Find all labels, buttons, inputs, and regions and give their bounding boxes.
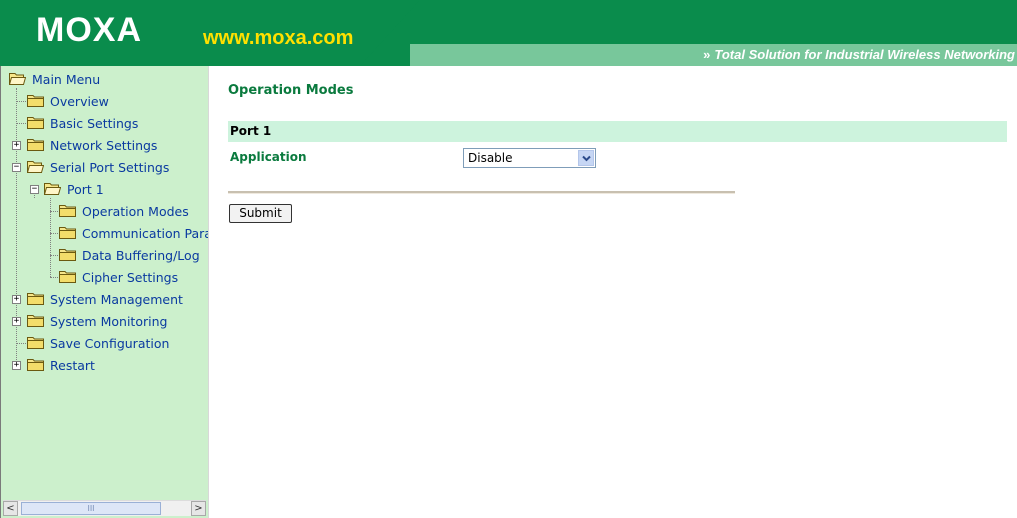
header-tagline: » Total Solution for Industrial Wireless …: [703, 46, 1015, 64]
tree-line: [50, 198, 51, 277]
folder-icon: [59, 247, 76, 267]
sidebar-item-label: Main Menu: [32, 72, 101, 87]
folder-icon: [27, 291, 44, 311]
collapse-icon[interactable]: −: [30, 185, 39, 194]
tree-line: [50, 211, 58, 212]
folder-icon: [27, 357, 44, 377]
page-title: Operation Modes: [228, 83, 354, 98]
sidebar-item-label: System Monitoring: [50, 314, 168, 329]
submit-button[interactable]: Submit: [229, 204, 292, 223]
sidebar-item-network-settings[interactable]: Network Settings: [27, 136, 157, 156]
port-section-header: Port 1: [228, 121, 1007, 142]
sidebar-item-port-1[interactable]: Port 1: [43, 180, 104, 201]
sidebar-item-main-menu[interactable]: Main Menu: [8, 70, 101, 91]
open-folder-icon: [43, 181, 62, 201]
sidebar-item-operation-modes[interactable]: Operation Modes: [59, 202, 189, 222]
form-divider: [228, 191, 735, 194]
expand-icon[interactable]: +: [12, 361, 21, 370]
sidebar-item-data-buffering-log[interactable]: Data Buffering/Log: [59, 246, 200, 266]
folder-icon: [27, 115, 44, 135]
expand-icon[interactable]: +: [12, 317, 21, 326]
tree-line: [50, 255, 58, 256]
sidebar-item-serial-port-settings[interactable]: Serial Port Settings: [26, 158, 170, 179]
sidebar-horizontal-scrollbar[interactable]: < III >: [3, 500, 206, 516]
folder-icon: [59, 203, 76, 223]
expand-icon[interactable]: +: [12, 141, 21, 150]
folder-icon: [27, 93, 44, 113]
header-banner: MOXA www.moxa.com » Total Solution for In…: [0, 0, 1017, 66]
sidebar-item-restart[interactable]: Restart: [27, 356, 95, 376]
application-select-value: Disable: [468, 151, 513, 165]
tree-line: [16, 101, 26, 102]
header-wedge: [360, 0, 420, 66]
collapse-icon[interactable]: −: [12, 163, 21, 172]
folder-icon: [59, 225, 76, 245]
tree-line: [50, 233, 58, 234]
sidebar-item-label: Overview: [50, 94, 109, 109]
chevron-down-icon[interactable]: [578, 150, 594, 166]
open-folder-icon: [26, 159, 45, 179]
sidebar-item-label: Data Buffering/Log: [82, 248, 200, 263]
scroll-left-button[interactable]: <: [3, 501, 18, 516]
sidebar-item-label: Save Configuration: [50, 336, 170, 351]
sidebar-item-label: Serial Port Settings: [50, 160, 170, 175]
open-folder-icon: [8, 71, 27, 91]
sidebar-item-communication-parameters[interactable]: Communication Para: [59, 224, 209, 245]
sidebar-item-label: Cipher Settings: [82, 270, 179, 285]
port-title: Port 1: [230, 124, 272, 138]
moxa-url: www.moxa.com: [203, 27, 354, 49]
sidebar-item-label: System Management: [50, 292, 183, 307]
folder-icon: [27, 137, 44, 157]
sidebar-item-label: Communication Para: [82, 226, 209, 241]
tree-line: [16, 343, 26, 344]
sidebar-item-label: Restart: [50, 358, 95, 373]
application-label: Application: [230, 150, 307, 164]
sidebar-item-system-management[interactable]: System Management: [27, 290, 183, 310]
folder-icon: [27, 313, 44, 333]
sidebar-item-label: Operation Modes: [82, 204, 189, 219]
application-select[interactable]: Disable: [463, 148, 596, 168]
expand-icon[interactable]: +: [12, 295, 21, 304]
sidebar-item-label: Port 1: [67, 182, 104, 197]
sidebar-item-basic-settings[interactable]: Basic Settings: [27, 114, 138, 134]
sidebar-item-label: Network Settings: [50, 138, 158, 153]
sidebar-item-label: Basic Settings: [50, 116, 139, 131]
double-arrow-icon: »: [703, 47, 711, 62]
moxa-logo: MOXA: [36, 11, 142, 49]
sidebar-item-system-monitoring[interactable]: System Monitoring: [27, 312, 167, 332]
scroll-right-button[interactable]: >: [191, 501, 206, 516]
tagline-text: Total Solution for Industrial Wireless N…: [714, 47, 1015, 62]
folder-icon: [27, 335, 44, 355]
sidebar-item-overview[interactable]: Overview: [27, 92, 109, 112]
sidebar-item-cipher-settings[interactable]: Cipher Settings: [59, 268, 178, 288]
sidebar-item-save-configuration[interactable]: Save Configuration: [27, 334, 169, 354]
scrollbar-thumb[interactable]: III: [21, 502, 161, 515]
sidebar-menu: + − − + + + Main Menu Overview Basic Set…: [0, 66, 209, 518]
tree-line: [50, 277, 58, 278]
tree-line: [16, 123, 26, 124]
folder-icon: [59, 269, 76, 289]
